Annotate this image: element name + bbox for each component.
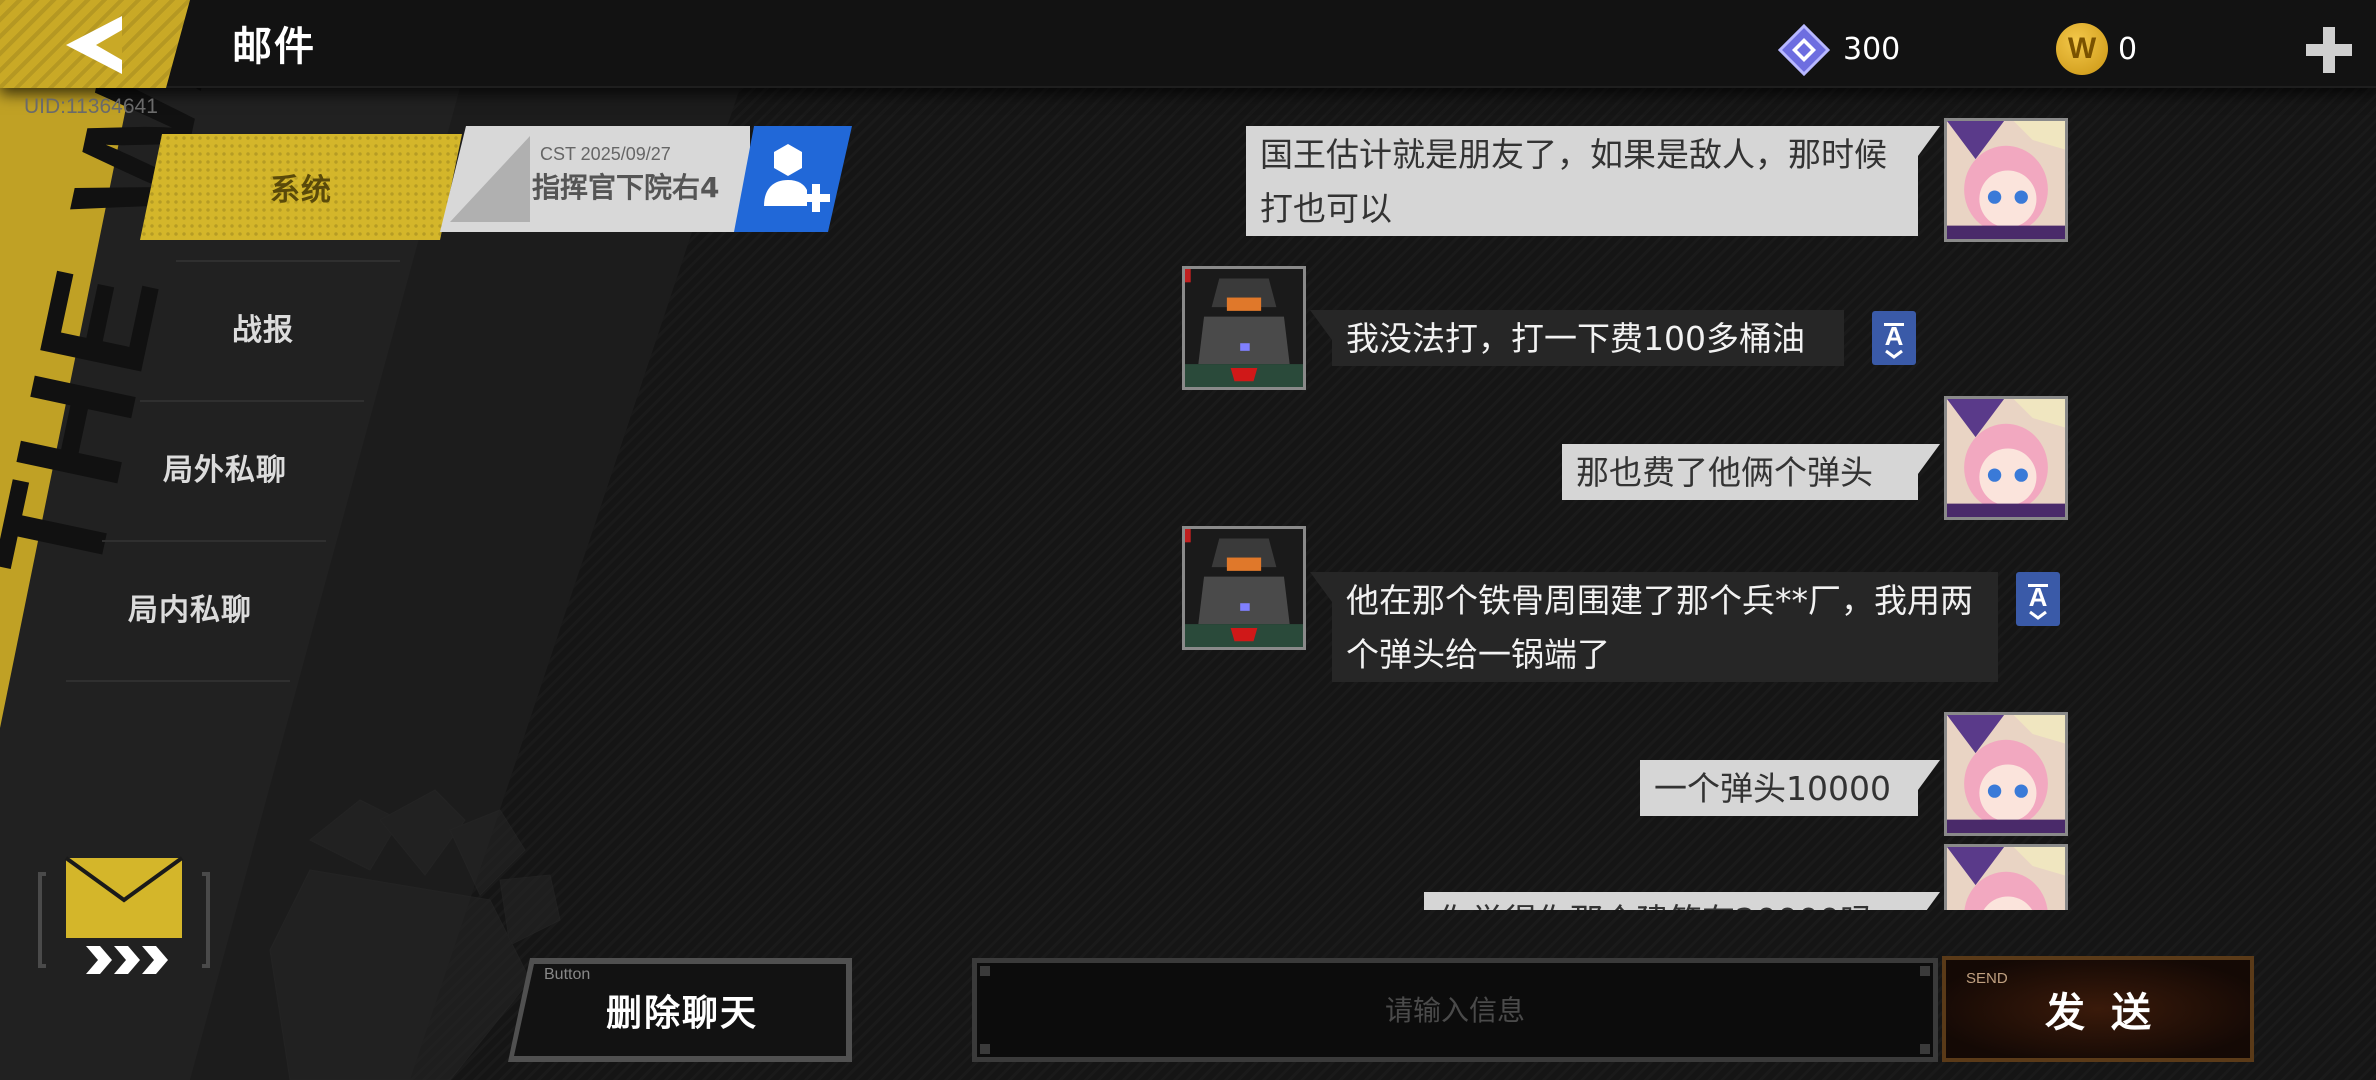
delete-chat-label: 删除聊天 [606, 993, 759, 1034]
gem-count: 300 [1843, 32, 1901, 67]
delete-chat-button[interactable]: Button 删除聊天 [508, 958, 852, 1062]
chat-message-list[interactable]: 国王估计就是朋友了，如果是敌人，那时候打也可以 我没法打，打一下费100多桶油 … [1160, 112, 2080, 910]
self-avatar[interactable] [1944, 396, 2068, 520]
bubble-tail [1310, 572, 1332, 602]
send-label: 发送 [2045, 990, 2177, 1036]
divider [140, 400, 364, 402]
back-arrow-icon [66, 16, 122, 74]
tab-label: 局内私聊 [128, 593, 252, 628]
bubble-tail [1918, 760, 1940, 790]
add-currency-icon[interactable] [2306, 27, 2352, 73]
other-avatar[interactable] [1182, 526, 1306, 650]
mail-icon[interactable] [38, 856, 210, 980]
translate-icon: A [2028, 582, 2048, 620]
chat-bubble-self: 那也费了他俩个弹头 [1562, 444, 1918, 500]
back-button[interactable] [0, 0, 190, 88]
translate-icon: A [1884, 321, 1904, 359]
message-input[interactable] [972, 958, 1938, 1062]
robot-avatar-icon [1185, 269, 1303, 387]
tab-label: 局外私聊 [163, 453, 287, 488]
page-title: 邮件 [232, 24, 316, 70]
bubble-tail [1310, 310, 1332, 340]
anime-girl-avatar-icon [1947, 121, 2065, 239]
user-id-label: UID:11364641 [24, 95, 158, 118]
top-bar [0, 0, 2376, 88]
chat-bubble-other: 我没法打，打一下费100多桶油 [1332, 310, 1844, 366]
translate-button[interactable]: A [2016, 572, 2060, 626]
input-corner [980, 966, 990, 976]
anime-girl-avatar-icon [1947, 399, 2065, 517]
divider [176, 260, 400, 262]
tab-system[interactable]: 系统 [140, 134, 462, 240]
contact-date: CST 2025/09/27 [540, 144, 671, 164]
anime-girl-avatar-icon [1947, 715, 2065, 833]
diamond-currency-icon [1778, 24, 1830, 76]
chat-bubble-self: 国王估计就是朋友了，如果是敌人，那时候打也可以 [1246, 126, 1918, 236]
input-corner [1920, 1044, 1930, 1054]
send-button[interactable]: SEND 发送 [1942, 956, 2254, 1062]
self-avatar[interactable] [1944, 118, 2068, 242]
translate-button[interactable]: A [1872, 311, 1916, 365]
bubble-tail [1918, 126, 1940, 156]
other-avatar[interactable] [1182, 266, 1306, 390]
input-corner [980, 1044, 990, 1054]
input-corner [1920, 966, 1930, 976]
robot-avatar-icon [1185, 529, 1303, 647]
contact-name: 指挥官下院右4 [532, 171, 720, 204]
add-friend-icon [764, 144, 830, 212]
chat-bubble-self: 你觉得你那个建筑有20000吗 [1424, 892, 1918, 910]
anime-girl-avatar-icon [1947, 847, 2065, 910]
tab-label: 系统 [270, 173, 332, 208]
self-avatar[interactable] [1944, 712, 2068, 836]
contact-card[interactable]: CST 2025/09/27 指挥官下院右4 [440, 126, 852, 232]
divider [102, 540, 326, 542]
add-friend-button[interactable] [734, 126, 852, 232]
chat-bubble-self: 一个弹头10000 [1640, 760, 1918, 816]
tab-in-game-private-chat[interactable]: 局内私聊 [72, 552, 308, 662]
button-caption: Button [544, 966, 591, 983]
tab-outside-private-chat[interactable]: 局外私聊 [110, 412, 340, 522]
divider [66, 680, 290, 682]
chat-bubble-other: 他在那个铁骨周围建了那个兵**厂，我用两个弹头给一锅端了 [1332, 572, 1998, 682]
tab-label: 战报 [232, 313, 294, 348]
bubble-tail [1918, 892, 1940, 910]
tab-battle-report[interactable]: 战报 [150, 272, 376, 382]
gold-coin-icon: W [2056, 23, 2108, 75]
self-avatar[interactable] [1944, 844, 2068, 910]
coin-count: 0 [2118, 32, 2138, 67]
bubble-tail [1918, 444, 1940, 474]
